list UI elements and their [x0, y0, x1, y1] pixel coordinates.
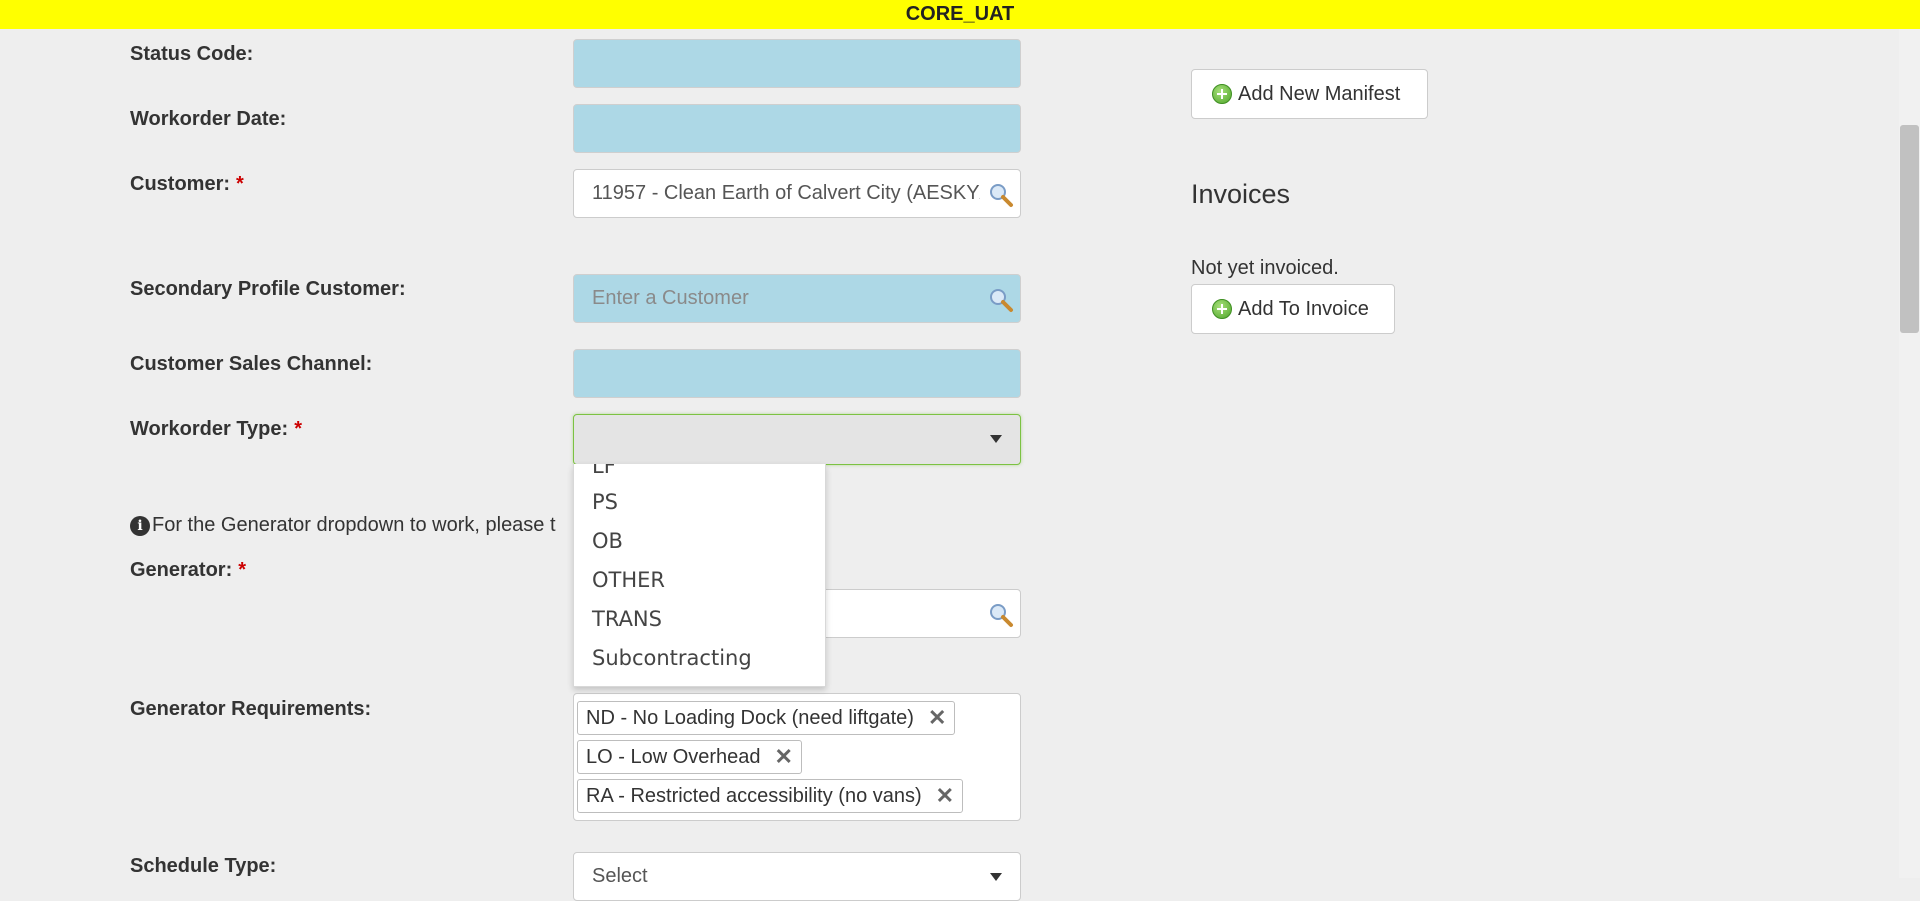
- environment-name: CORE_UAT: [905, 3, 1015, 25]
- caret-down-icon: [990, 435, 1002, 443]
- schedule-type-label: Schedule Type:: [130, 855, 277, 877]
- required-marker: *: [236, 173, 244, 195]
- remove-tag-icon[interactable]: ✕: [775, 744, 793, 770]
- scrollbar-thumb[interactable]: [1900, 125, 1919, 333]
- secondary-profile-customer-input[interactable]: Enter a Customer: [573, 274, 1021, 323]
- status-code-label: Status Code:: [130, 43, 254, 65]
- customer-input[interactable]: 11957 - Clean Earth of Calvert City (AES…: [573, 169, 1021, 218]
- customer-sales-channel-label: Customer Sales Channel:: [130, 353, 373, 375]
- dropdown-option[interactable]: LF: [592, 464, 616, 478]
- generator-info-note: i For the Generator dropdown to work, pl…: [130, 514, 556, 537]
- search-icon[interactable]: [988, 287, 1014, 313]
- generator-requirements-input[interactable]: ND - No Loading Dock (need liftgate) ✕ L…: [573, 693, 1021, 821]
- invoices-heading: Invoices: [1191, 179, 1291, 209]
- workorder-date-label: Workorder Date:: [130, 108, 287, 130]
- invoice-status: Not yet invoiced.: [1191, 257, 1339, 279]
- generator-requirements-label: Generator Requirements:: [130, 698, 372, 720]
- remove-tag-icon[interactable]: ✕: [936, 783, 954, 809]
- workorder-type-select[interactable]: [573, 414, 1021, 465]
- add-new-manifest-label: Add New Manifest: [1238, 82, 1401, 105]
- secondary-customer-placeholder: Enter a Customer: [592, 287, 749, 309]
- required-marker: *: [238, 559, 247, 581]
- requirement-tag: LO - Low Overhead ✕: [577, 740, 802, 774]
- workorder-date-value: [592, 105, 980, 152]
- environment-banner: CORE_UAT: [0, 0, 1920, 29]
- requirement-tag: RA - Restricted accessibility (no vans) …: [577, 779, 964, 813]
- add-icon: [1212, 299, 1232, 319]
- dropdown-option[interactable]: TRANS: [592, 607, 662, 631]
- workorder-type-dropdown[interactable]: LF PS OB OTHER TRANS Subcontracting: [573, 464, 826, 687]
- dropdown-option[interactable]: OTHER: [592, 568, 665, 592]
- add-to-invoice-button[interactable]: Add To Invoice: [1191, 284, 1395, 334]
- dropdown-option[interactable]: OB: [592, 529, 623, 553]
- generator-label: Generator: *: [130, 559, 247, 581]
- status-code-field: [573, 39, 1021, 88]
- required-marker: *: [294, 418, 302, 440]
- status-code-value: [592, 40, 980, 87]
- add-new-manifest-button[interactable]: Add New Manifest: [1191, 69, 1428, 119]
- caret-down-icon: [990, 873, 1002, 881]
- customer-sales-channel-field: [573, 349, 1021, 398]
- schedule-type-select[interactable]: Select: [573, 852, 1021, 901]
- dropdown-option[interactable]: Subcontracting: [592, 646, 752, 670]
- search-icon[interactable]: [988, 182, 1014, 208]
- info-icon: i: [130, 515, 150, 536]
- workorder-type-selected: [592, 415, 980, 464]
- dropdown-option[interactable]: PS: [592, 490, 618, 514]
- workorder-type-label: Workorder Type: *: [130, 418, 302, 440]
- customer-value: 11957 - Clean Earth of Calvert City (AES…: [592, 182, 980, 204]
- generator-info-text: For the Generator dropdown to work, plea…: [152, 514, 556, 536]
- remove-tag-icon[interactable]: ✕: [928, 705, 946, 731]
- requirement-tag: ND - No Loading Dock (need liftgate) ✕: [577, 701, 956, 735]
- search-icon[interactable]: [988, 602, 1014, 628]
- customer-sales-channel-value: [592, 350, 980, 397]
- add-icon: [1212, 84, 1232, 104]
- add-to-invoice-label: Add To Invoice: [1238, 297, 1369, 320]
- workorder-date-field: [573, 104, 1021, 153]
- schedule-type-selected: Select: [592, 865, 648, 887]
- secondary-profile-customer-label: Secondary Profile Customer:: [130, 278, 406, 300]
- customer-label: Customer: *: [130, 173, 244, 195]
